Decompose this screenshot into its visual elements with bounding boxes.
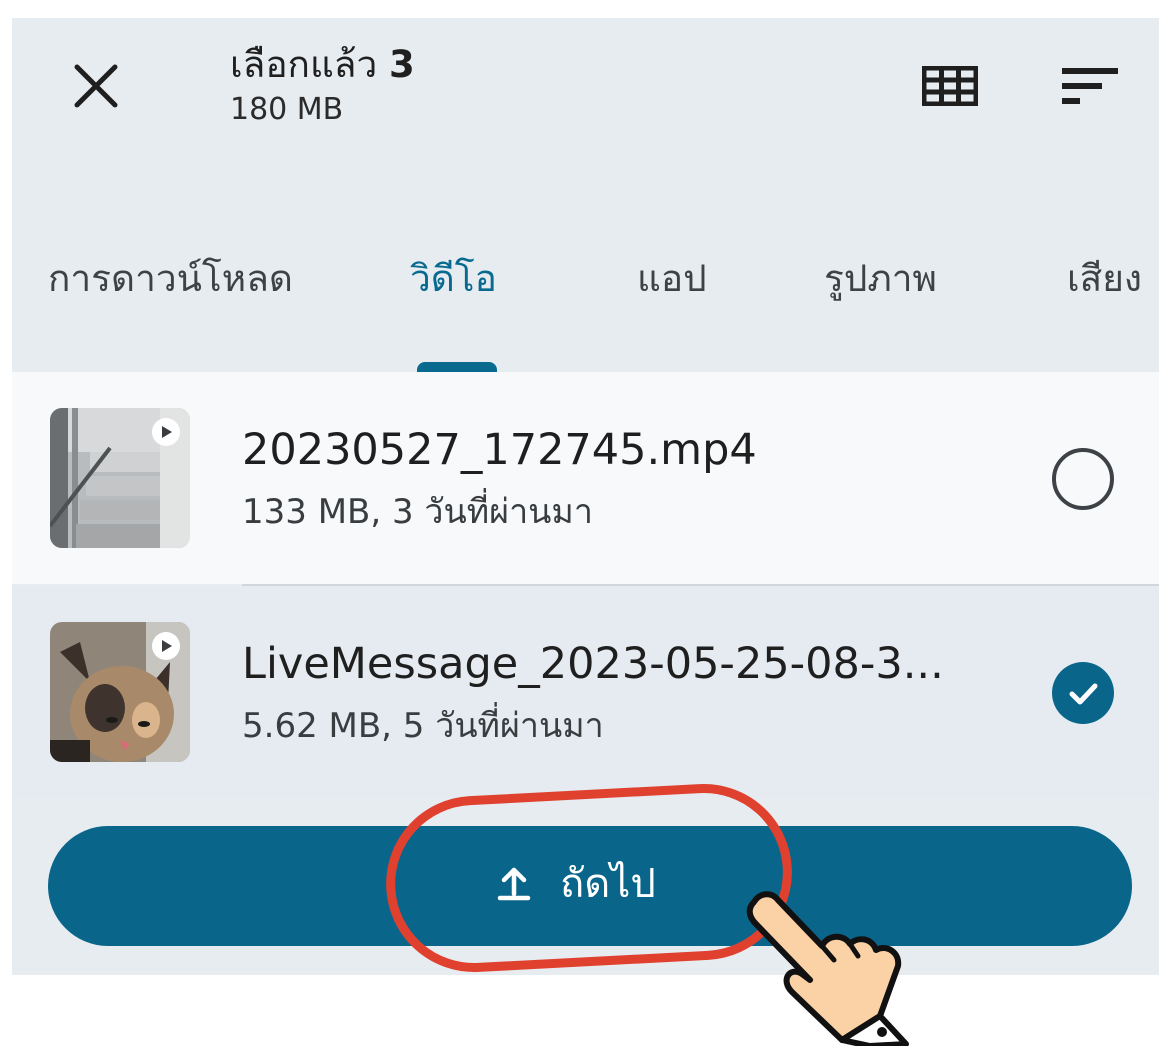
tab-apps[interactable]: แอป [637, 254, 707, 304]
next-button-content: ถัดไป [494, 856, 656, 912]
video-thumbnail [50, 622, 190, 762]
title-prefix: เลือกแล้ว [230, 43, 378, 86]
top-app-bar: เลือกแล้ว 3 180 MB [12, 18, 1159, 218]
upload-icon [497, 867, 531, 901]
sort-button[interactable] [1054, 58, 1126, 114]
select-checkbox-unchecked[interactable] [1052, 448, 1114, 510]
video-thumbnail [50, 408, 190, 548]
next-button[interactable]: ถัดไป [48, 826, 1132, 946]
page-title: เลือกแล้ว 3 [230, 40, 415, 90]
total-size: 180 MB [230, 92, 344, 127]
tab-audio[interactable]: เสียง [1067, 254, 1142, 304]
tab-images[interactable]: รูปภาพ [824, 254, 937, 304]
file-selection-screen: เลือกแล้ว 3 180 MB การดาวน์โหลด วิดีโอ แ… [12, 18, 1159, 975]
tab-downloads[interactable]: การดาวน์โหลด [48, 254, 293, 304]
file-name: LiveMessage_2023-05-25-08-3... [242, 639, 944, 689]
selection-summary: เลือกแล้ว 3 180 MB [230, 40, 415, 128]
grid-view-button[interactable] [912, 58, 988, 114]
category-tabs: การดาวน์โหลด วิดีโอ แอป รูปภาพ เสียง [12, 218, 1159, 372]
selected-count: 3 [389, 43, 415, 86]
close-icon [74, 64, 118, 108]
file-meta: 133 MB, 3 วันที่ผ่านมา [242, 492, 593, 532]
next-button-label: ถัดไป [560, 861, 656, 907]
play-icon [162, 640, 172, 652]
check-icon [1069, 683, 1098, 705]
grid-view-icon [922, 66, 978, 106]
play-badge [152, 632, 180, 660]
file-row-selected[interactable]: LiveMessage_2023-05-25-08-3... 5.62 MB, … [12, 586, 1159, 798]
tab-videos[interactable]: วิดีโอ [410, 254, 497, 304]
active-tab-indicator [417, 362, 497, 372]
sort-icon [1062, 68, 1118, 104]
close-button[interactable] [64, 54, 128, 118]
play-icon [162, 426, 172, 438]
select-checkbox-checked[interactable] [1052, 662, 1114, 724]
play-badge [152, 418, 180, 446]
file-name: 20230527_172745.mp4 [242, 425, 757, 475]
file-row[interactable]: 20230527_172745.mp4 133 MB, 3 วันที่ผ่าน… [12, 372, 1159, 584]
file-meta: 5.62 MB, 5 วันที่ผ่านมา [242, 706, 604, 746]
